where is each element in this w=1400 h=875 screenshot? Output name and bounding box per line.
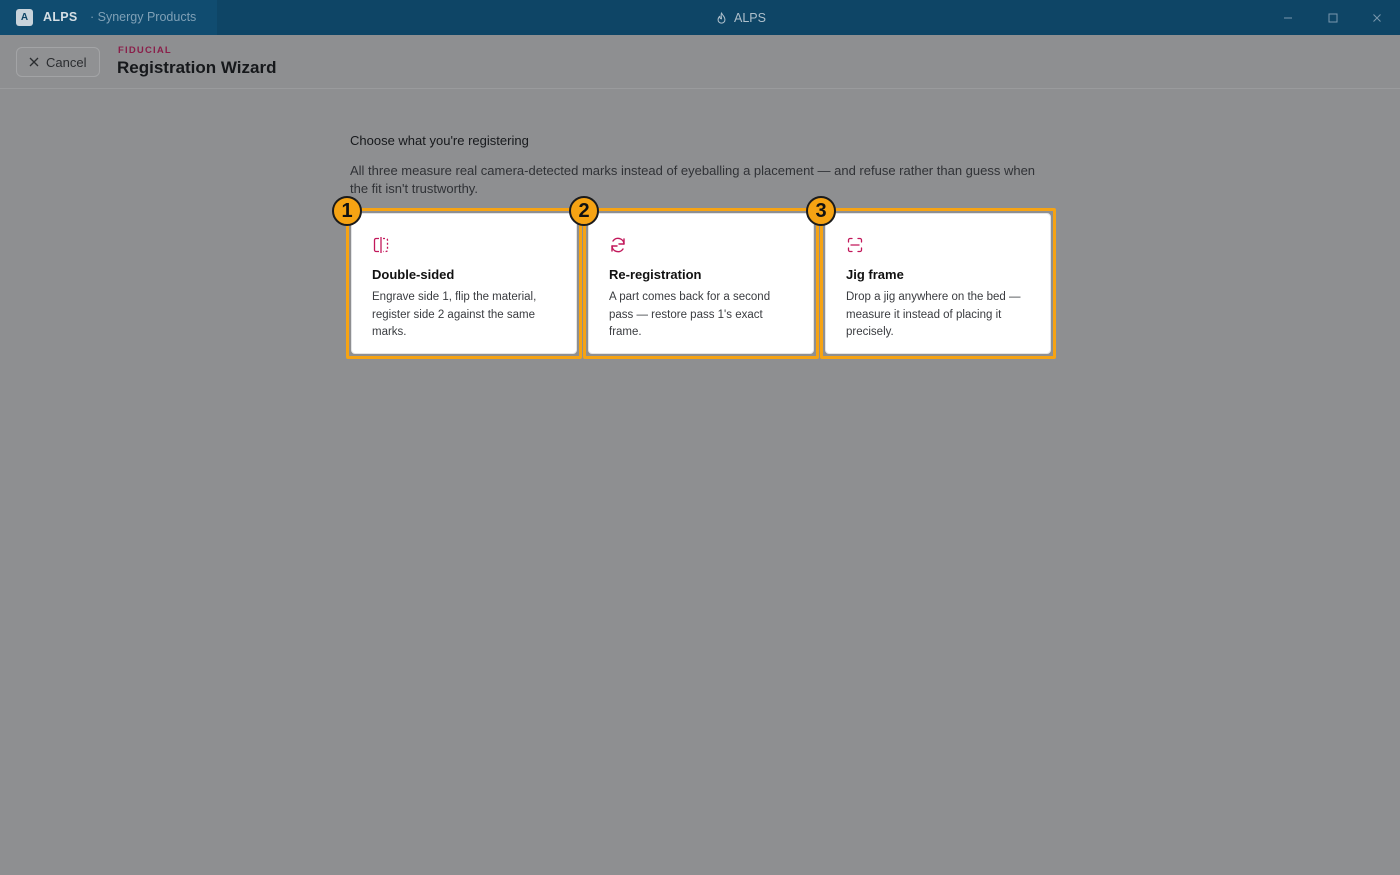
refresh-icon — [611, 237, 625, 253]
maximize-icon — [1328, 13, 1338, 23]
window-title-text: ALPS — [734, 10, 766, 25]
close-icon — [1373, 14, 1381, 22]
option-description: Drop a jig anywhere on the bed — measure… — [846, 291, 1021, 338]
option-description: A part comes back for a second pass — re… — [609, 291, 771, 338]
section-description: All three measure real camera-detected m… — [350, 163, 1036, 196]
maximize-button[interactable] — [1323, 8, 1343, 28]
scan-frame-icon — [847, 237, 863, 253]
option-highlight-2: Re-registration A part comes back for a … — [569, 196, 819, 359]
wizard-kicker: FIDUCIAL — [118, 45, 172, 56]
org-name: · Synergy Products — [90, 10, 197, 24]
title-bar: A ALPS · Synergy Products ALPS — [0, 0, 1400, 35]
close-icon — [29, 57, 39, 67]
flame-icon — [717, 11, 726, 24]
step-badge: 3 — [806, 196, 836, 226]
option-highlight-1: Double-sided Engrave side 1, flip the ma… — [332, 196, 582, 359]
window-title: ALPS — [716, 9, 766, 26]
option-card-re-registration[interactable]: Re-registration A part comes back for a … — [588, 213, 814, 354]
app-name: ALPS — [43, 10, 78, 24]
minimize-button[interactable] — [1278, 8, 1298, 28]
option-card-jig-frame[interactable]: Jig frame Drop a jig anywhere on the bed… — [825, 213, 1051, 354]
cancel-label: Cancel — [46, 54, 87, 70]
option-description: Engrave side 1, flip the material, regis… — [372, 291, 537, 338]
app-switcher[interactable]: A ALPS · Synergy Products — [0, 0, 217, 35]
step-badge: 1 — [332, 196, 362, 226]
app-badge: A — [16, 9, 33, 26]
page-title: Registration Wizard — [117, 58, 277, 77]
option-title: Re-registration — [609, 267, 702, 282]
section-prompt: Choose what you're registering — [350, 133, 529, 148]
option-title: Jig frame — [846, 267, 904, 282]
option-title: Double-sided — [372, 267, 455, 282]
close-window-button[interactable] — [1367, 8, 1387, 28]
split-flip-icon — [373, 237, 389, 253]
minimize-icon — [1284, 17, 1292, 19]
option-highlight-3: Jig frame Drop a jig anywhere on the bed… — [806, 196, 1056, 359]
option-card-double-sided[interactable]: Double-sided Engrave side 1, flip the ma… — [351, 213, 577, 354]
wizard-header: Cancel FIDUCIAL Registration Wizard — [0, 35, 1400, 89]
cancel-button[interactable]: Cancel — [16, 47, 100, 77]
step-badge: 2 — [569, 196, 599, 226]
